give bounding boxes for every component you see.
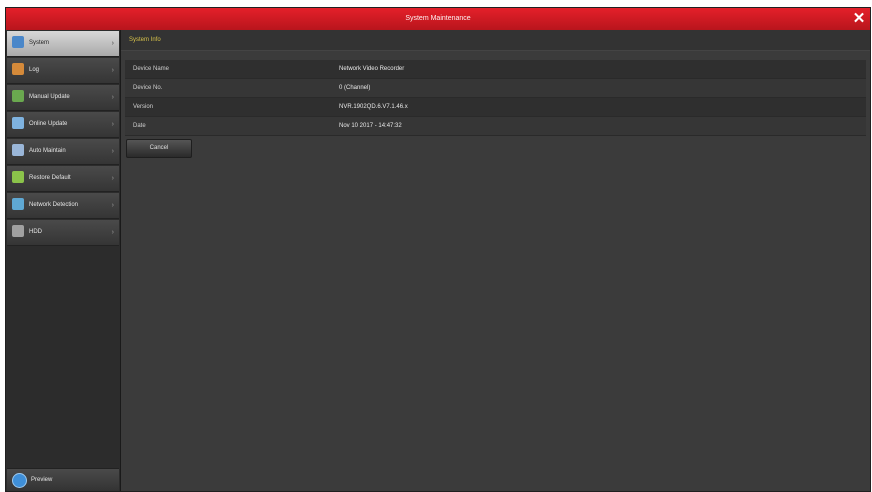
- chevron-right-icon: ›: [111, 67, 114, 74]
- table-row: Date Nov 10 2017 - 14:47:32: [125, 117, 866, 136]
- sidebar-item-label: Manual Update: [29, 94, 70, 100]
- sidebar-item-auto-maintain[interactable]: Auto Maintain ›: [7, 139, 119, 165]
- sidebar-menu: System › Log › Manual Update › Online Update › A…: [6, 31, 120, 246]
- hdd-icon: [12, 225, 24, 237]
- info-key: Version: [133, 104, 154, 110]
- chevron-right-icon: ›: [111, 202, 114, 209]
- sidebar-item-system[interactable]: System ›: [7, 31, 119, 57]
- info-key: Device No.: [133, 85, 163, 91]
- info-value: Network Video Recorder: [339, 66, 405, 72]
- cloud-icon: [12, 117, 24, 129]
- close-icon[interactable]: ✕: [852, 10, 866, 28]
- info-key: Device Name: [133, 66, 170, 72]
- section-header: System Info: [121, 30, 870, 51]
- chevron-right-icon: ›: [111, 94, 114, 101]
- sidebar: System › Log › Manual Update › Online Update › A…: [6, 30, 121, 491]
- sidebar-item-label: HDD: [29, 229, 42, 235]
- sidebar-item-label: Network Detection: [29, 202, 79, 208]
- table-row: Device Name Network Video Recorder: [125, 60, 866, 79]
- chevron-right-icon: ›: [111, 229, 114, 236]
- sidebar-item-label: System: [29, 40, 50, 46]
- preview-icon: [12, 473, 27, 488]
- chevron-right-icon: ›: [111, 148, 114, 155]
- tools-icon: [12, 144, 24, 156]
- sidebar-item-network-detection[interactable]: Network Detection ›: [7, 193, 119, 219]
- sidebar-item-hdd[interactable]: HDD ›: [7, 220, 119, 246]
- monitor-icon: [12, 36, 24, 48]
- title-bar: System Maintenance ✕: [6, 8, 870, 31]
- sidebar-item-label: Auto Maintain: [29, 148, 66, 154]
- info-key: Date: [133, 123, 146, 129]
- preview-label: Preview: [31, 477, 53, 483]
- window-title: System Maintenance: [405, 15, 471, 22]
- sidebar-item-log[interactable]: Log ›: [7, 58, 119, 84]
- info-value: Nov 10 2017 - 14:47:32: [339, 123, 402, 129]
- chevron-right-icon: ›: [111, 121, 114, 128]
- table-row: Device No. 0 (Channel): [125, 79, 866, 98]
- log-icon: [12, 63, 24, 75]
- chevron-right-icon: ›: [111, 40, 114, 47]
- update-icon: [12, 90, 24, 102]
- info-value: NVR.1902QD.6.V7.1.46.x: [339, 104, 408, 110]
- info-value: 0 (Channel): [339, 85, 371, 91]
- sidebar-item-label: Restore Default: [29, 175, 71, 181]
- system-maintenance-window: System Maintenance ✕ System › Log › Manual U…: [5, 7, 871, 492]
- sidebar-item-restore-default[interactable]: Restore Default ›: [7, 166, 119, 192]
- main-panel: System Info Device Name Network Video Rec…: [121, 30, 870, 491]
- preview-button[interactable]: Preview: [7, 468, 119, 491]
- sidebar-item-label: Online Update: [29, 121, 68, 127]
- sidebar-item-label: Log: [29, 67, 40, 73]
- sidebar-item-manual-update[interactable]: Manual Update ›: [7, 85, 119, 111]
- shield-icon: [12, 171, 24, 183]
- network-icon: [12, 198, 24, 210]
- chevron-right-icon: ›: [111, 175, 114, 182]
- cancel-button[interactable]: Cancel: [126, 139, 192, 158]
- system-info-table: Device Name Network Video Recorder Device …: [125, 60, 866, 136]
- table-row: Version NVR.1902QD.6.V7.1.46.x: [125, 98, 866, 117]
- sidebar-item-online-update[interactable]: Online Update ›: [7, 112, 119, 138]
